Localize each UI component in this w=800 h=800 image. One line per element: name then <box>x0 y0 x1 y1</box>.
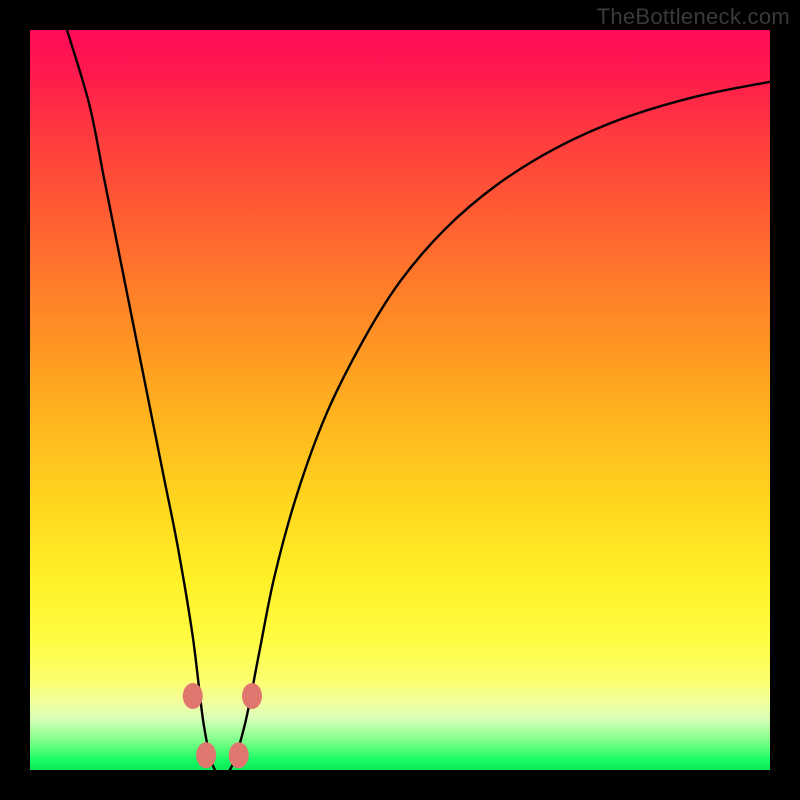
curve-marker <box>183 683 203 709</box>
watermark-text: TheBottleneck.com <box>597 4 790 30</box>
marker-group <box>183 683 262 768</box>
curve-marker <box>229 742 249 768</box>
chart-svg <box>30 30 770 770</box>
curve-marker <box>242 683 262 709</box>
chart-frame: TheBottleneck.com <box>0 0 800 800</box>
plot-area <box>30 30 770 770</box>
curve-marker <box>196 742 216 768</box>
bottleneck-curve <box>67 30 770 776</box>
